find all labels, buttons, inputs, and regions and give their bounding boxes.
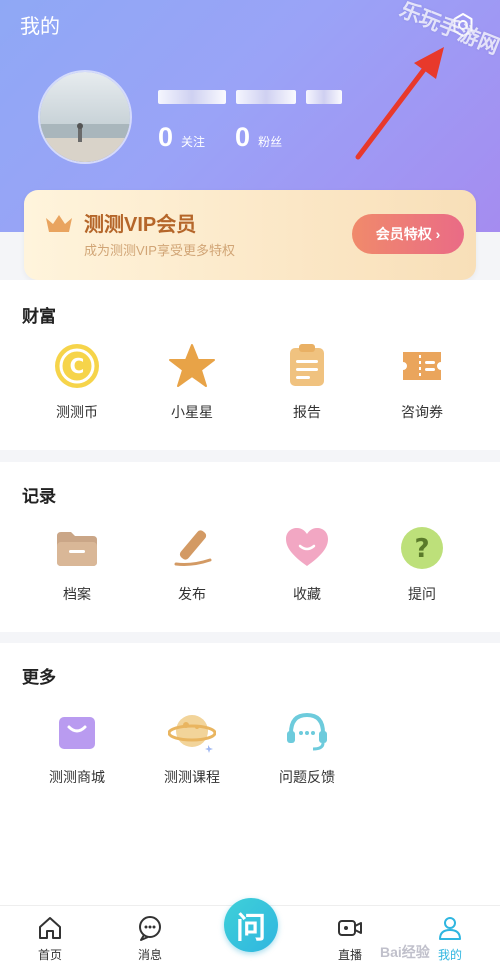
- grid-label: 测测币: [56, 404, 98, 420]
- shopping-bag-icon: [59, 717, 95, 749]
- ask-button[interactable]: 问: [224, 898, 278, 952]
- grid-item-feedback[interactable]: 问题反馈: [257, 707, 357, 787]
- grid-item-ask[interactable]: ? 提问: [372, 524, 472, 604]
- ticket-icon: [403, 352, 441, 380]
- grid-item-coins[interactable]: C 测测币: [27, 342, 127, 422]
- message-icon: [139, 916, 161, 941]
- crown-icon: [46, 215, 72, 232]
- baidu-watermark: Bai经验: [380, 944, 430, 960]
- more-section: 更多 测测商城 测测课程 问题反馈: [0, 643, 500, 905]
- planet-icon: [168, 715, 216, 753]
- following-stat[interactable]: 0 关注: [158, 122, 205, 153]
- question-icon: ?: [401, 527, 443, 569]
- follow-stats: 0 关注 0 粉丝: [158, 122, 312, 153]
- heart-icon: [286, 528, 328, 566]
- section-title: 更多: [22, 668, 56, 687]
- followers-label: 粉丝: [258, 135, 283, 149]
- headset-icon: [287, 712, 327, 751]
- grid-label: 测测商城: [49, 769, 105, 785]
- vip-card[interactable]: 测测VIP会员 成为测测VIP享受更多特权 会员特权 ›: [24, 190, 476, 280]
- camera-icon: [338, 920, 362, 936]
- nav-item-home[interactable]: 首页: [20, 914, 80, 963]
- page-title: 我的: [20, 16, 60, 38]
- grid-label: 小星星: [171, 404, 213, 420]
- wealth-section: 财富 C 测测币 小星星 报告 咨询券: [0, 280, 500, 450]
- avatar-photo: [40, 72, 130, 162]
- following-label: 关注: [181, 135, 206, 149]
- grid-label: 问题反馈: [279, 769, 335, 785]
- annotation-arrow-icon: [355, 47, 444, 160]
- avatar[interactable]: [38, 70, 132, 164]
- section-title: 记录: [22, 487, 56, 506]
- grid-item-publish[interactable]: 发布: [142, 524, 242, 604]
- svg-text:C: C: [70, 354, 85, 378]
- followers-count: 0: [235, 122, 251, 152]
- nav-label: 直播: [337, 948, 362, 962]
- followers-stat[interactable]: 0 粉丝: [235, 122, 282, 153]
- nav-item-messages[interactable]: 消息: [120, 914, 180, 963]
- grid-label: 档案: [63, 586, 91, 602]
- svg-text:?: ?: [414, 534, 429, 564]
- coin-icon: C: [55, 344, 99, 388]
- nav-item-live[interactable]: 直播: [320, 914, 380, 963]
- folder-icon: [57, 532, 97, 566]
- records-section: 记录 档案 发布 收藏 ? 提问: [0, 462, 500, 632]
- user-icon: [439, 917, 461, 940]
- following-count: 0: [158, 122, 174, 152]
- grid-item-archive[interactable]: 档案: [27, 524, 127, 604]
- nav-label: 首页: [37, 948, 62, 962]
- grid-label: 咨询券: [401, 404, 443, 420]
- grid-label: 提问: [408, 586, 436, 602]
- grid-label: 收藏: [293, 586, 321, 602]
- blur-block: [236, 90, 296, 104]
- vip-privileges-button[interactable]: 会员特权 ›: [352, 214, 464, 254]
- nav-label: 消息: [137, 948, 162, 962]
- grid-item-courses[interactable]: 测测课程: [142, 707, 242, 787]
- grid-item-reports[interactable]: 报告: [257, 342, 357, 422]
- grid-item-stars[interactable]: 小星星: [142, 342, 242, 422]
- vip-subtitle: 成为测测VIP享受更多特权: [84, 243, 235, 258]
- username-blurred: [158, 90, 342, 104]
- grid-item-coupons[interactable]: 咨询券: [372, 342, 472, 422]
- grid-label: 报告: [293, 404, 321, 420]
- nav-label: 我的: [437, 948, 462, 962]
- grid-item-favorites[interactable]: 收藏: [257, 524, 357, 604]
- grid-label: 测测课程: [164, 769, 220, 785]
- star-icon: [169, 344, 215, 387]
- blur-block: [306, 90, 342, 104]
- pen-icon: [174, 530, 212, 566]
- blur-block: [158, 90, 226, 104]
- grid-label: 发布: [178, 586, 206, 602]
- section-title: 财富: [22, 307, 56, 326]
- vip-title: 测测VIP会员: [84, 214, 197, 236]
- home-icon: [39, 917, 61, 939]
- report-icon: [290, 344, 324, 386]
- grid-item-mall[interactable]: 测测商城: [27, 707, 127, 787]
